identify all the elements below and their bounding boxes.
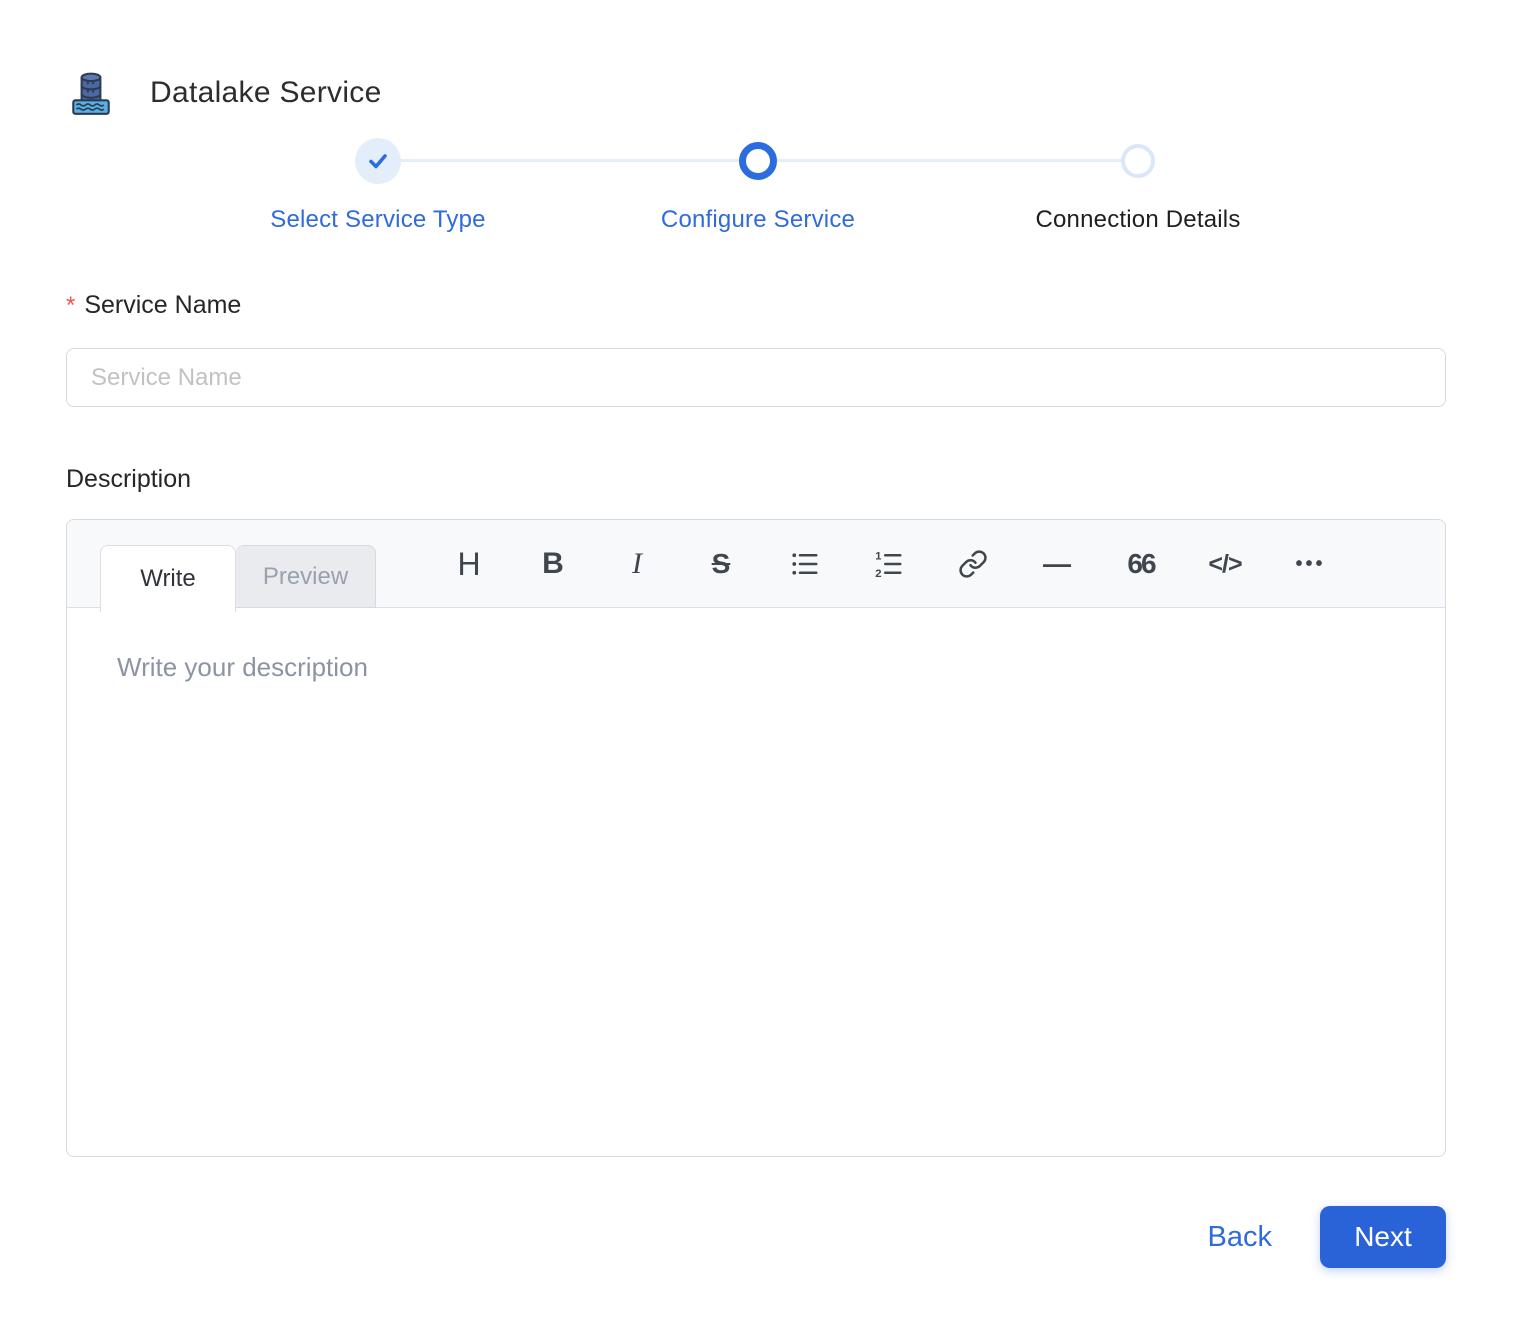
bold-icon[interactable]: B <box>533 540 573 588</box>
strikethrough-icon[interactable]: S <box>701 540 741 588</box>
italic-icon[interactable]: I <box>617 540 657 588</box>
link-icon[interactable] <box>953 540 993 588</box>
service-name-input[interactable] <box>66 348 1446 407</box>
step-completed-circle[interactable] <box>355 138 401 184</box>
quote-icon[interactable]: 66 <box>1121 540 1161 588</box>
page-title: Datalake Service <box>150 76 382 109</box>
datalake-icon <box>66 68 116 118</box>
wizard-stepper: Select Service Type Configure Service Co… <box>188 138 1328 234</box>
required-asterisk: * <box>66 292 76 319</box>
editor-toolbar: Write Preview H B I S 1 2 — 66 </> ••• <box>67 520 1445 612</box>
editor-tabs: Write Preview <box>100 545 376 612</box>
step-label-configure-service[interactable]: Configure Service <box>568 206 948 234</box>
tab-write[interactable]: Write <box>100 545 236 612</box>
service-name-label: * Service Name <box>66 291 242 319</box>
step-label-connection-details[interactable]: Connection Details <box>948 206 1328 234</box>
bullet-list-icon[interactable] <box>785 540 825 588</box>
back-button[interactable]: Back <box>1208 1221 1272 1254</box>
tab-preview[interactable]: Preview <box>236 545 376 608</box>
description-textarea[interactable] <box>67 608 1445 1156</box>
ordered-list-icon[interactable]: 1 2 <box>869 540 909 588</box>
svg-text:2: 2 <box>875 568 881 579</box>
more-options-icon[interactable]: ••• <box>1289 540 1329 588</box>
step-label-select-service-type[interactable]: Select Service Type <box>188 206 568 234</box>
svg-text:1: 1 <box>875 550 881 562</box>
check-icon <box>366 149 390 173</box>
footer-actions: Back Next <box>1208 1206 1446 1268</box>
page-header: Datalake Service <box>66 68 382 118</box>
next-button[interactable]: Next <box>1320 1206 1446 1268</box>
step-pending-circle[interactable] <box>1121 144 1155 178</box>
step-active-circle[interactable] <box>739 142 777 180</box>
heading-icon[interactable]: H <box>449 540 489 588</box>
horizontal-rule-icon[interactable]: — <box>1037 540 1077 588</box>
description-label: Description <box>66 465 192 493</box>
toolbar-buttons: H B I S 1 2 — 66 </> ••• <box>449 520 1329 608</box>
description-editor: Write Preview H B I S 1 2 — 66 </> ••• W… <box>66 519 1446 1157</box>
code-icon[interactable]: </> <box>1205 540 1245 588</box>
